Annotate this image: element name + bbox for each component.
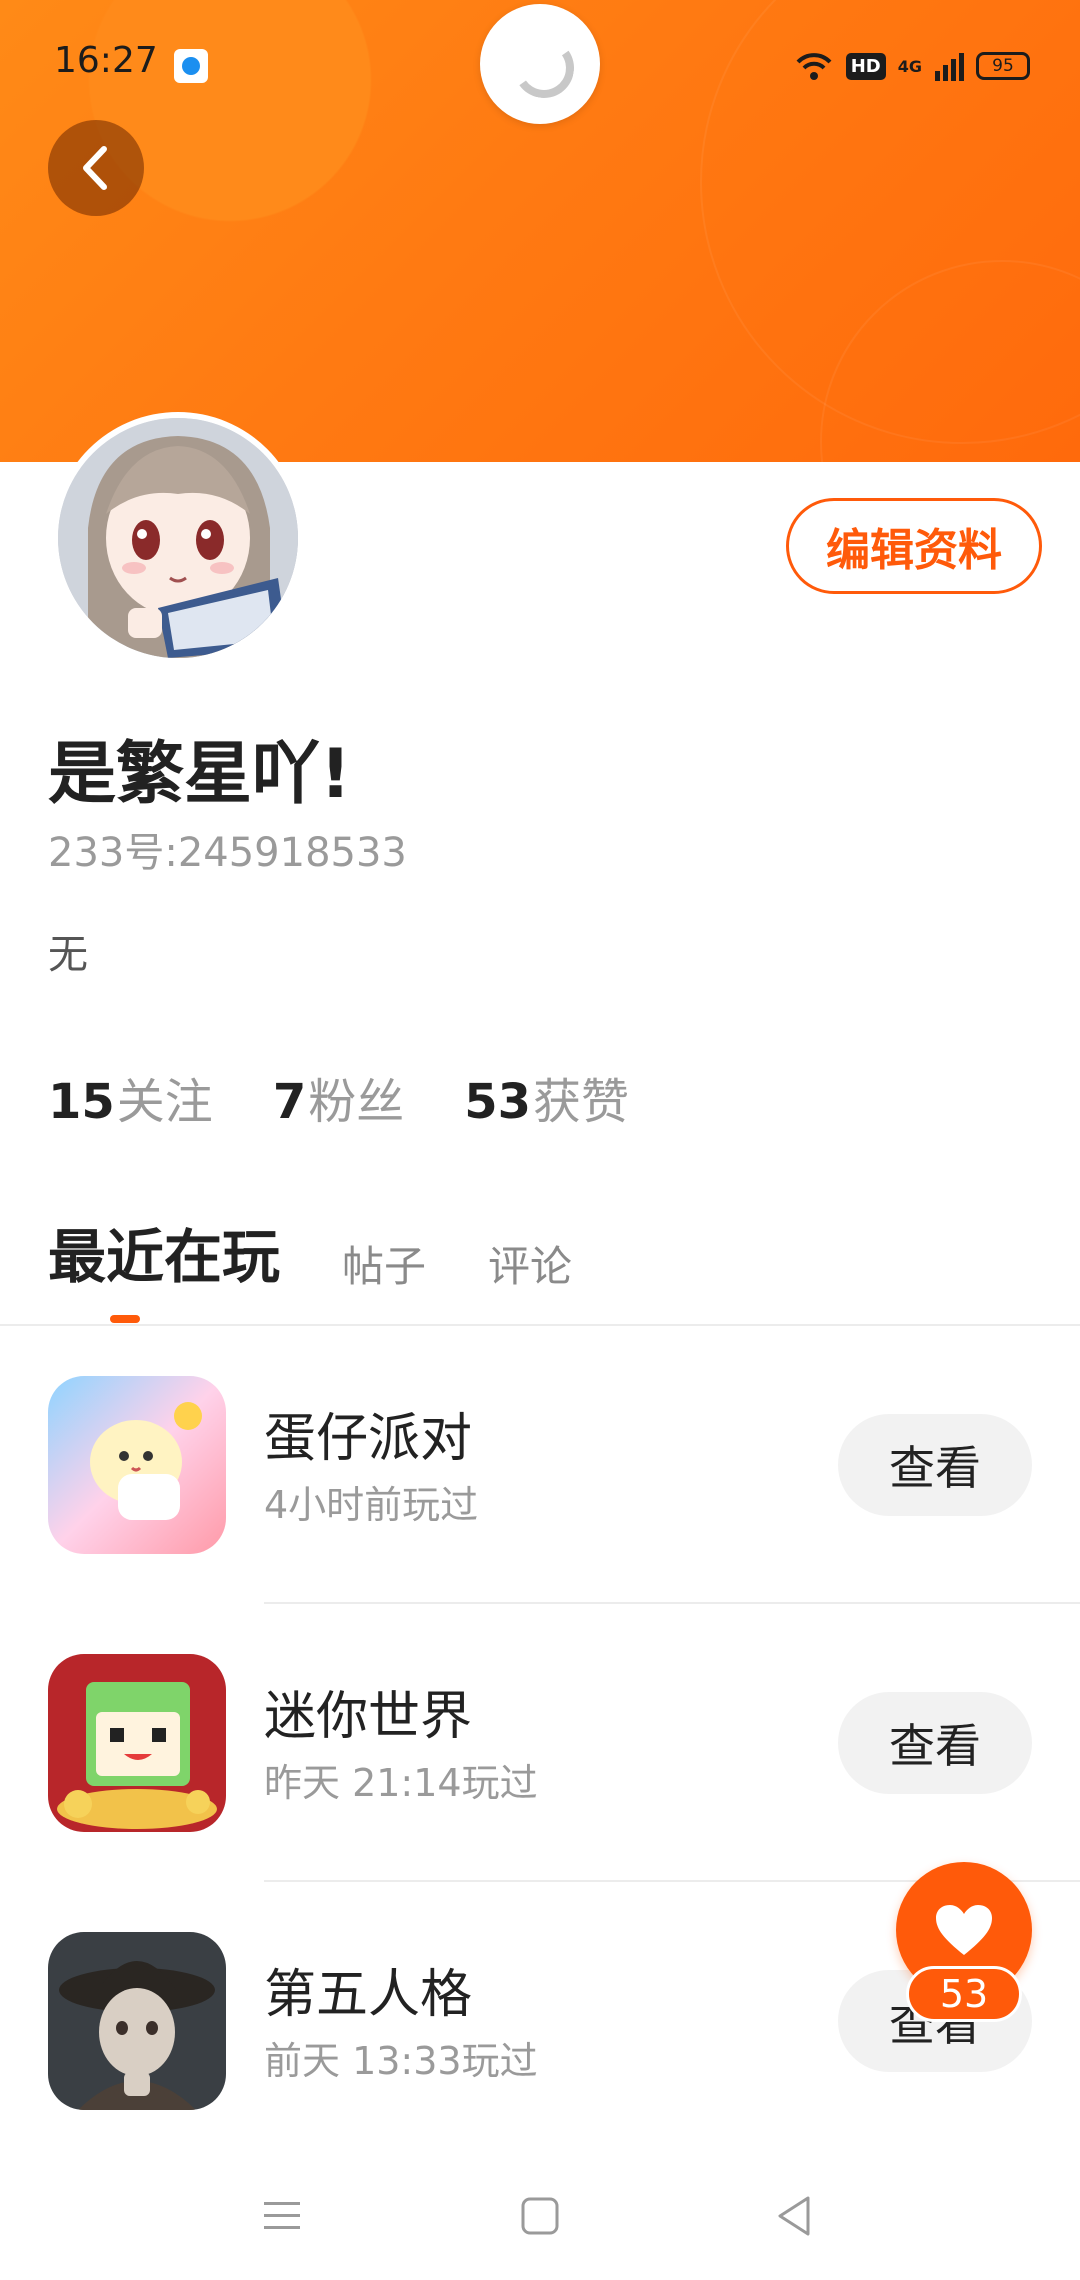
user-bio: 无 [48, 932, 88, 978]
profile-stats: 15关注 7粉丝 53获赞 [48, 1062, 629, 1132]
list-item[interactable]: 蛋仔派对 4小时前玩过 查看 [0, 1326, 1080, 1604]
stat-likes-label: 获赞 [533, 1074, 630, 1130]
game-last-played: 4小时前玩过 [264, 1483, 479, 1527]
avatar[interactable] [52, 412, 304, 664]
game-name: 第五人格 [264, 1965, 473, 2025]
anime-girl-avatar-icon [58, 418, 298, 658]
signal-icon [935, 53, 964, 81]
active-tab-indicator [110, 1315, 140, 1323]
profile-tabs: 最近在玩 帖子 评论 [48, 1210, 572, 1306]
tab-recently-played[interactable]: 最近在玩 [48, 1210, 280, 1306]
tab-posts[interactable]: 帖子 [342, 1233, 426, 1306]
stat-followers-count: 7 [272, 1074, 307, 1130]
home-icon[interactable] [520, 2196, 560, 2236]
battery-icon: 95 [976, 52, 1030, 80]
system-navigation-bar [0, 2160, 1080, 2280]
user-id: 233号:245918533 [48, 830, 407, 876]
status-icons: HD 4G 95 [794, 44, 1030, 88]
game-last-played: 前天 13:33玩过 [264, 2039, 538, 2083]
wifi-icon [796, 53, 832, 80]
stat-following-label: 关注 [116, 1074, 213, 1130]
loading-spinner [480, 4, 600, 124]
edit-profile-button[interactable]: 编辑资料 [786, 498, 1042, 594]
stat-followers-label: 粉丝 [308, 1074, 405, 1130]
view-game-button[interactable]: 查看 [838, 1692, 1032, 1794]
menu-icon[interactable] [262, 2198, 302, 2234]
heart-icon [936, 1905, 992, 1955]
stat-likes-count: 53 [464, 1074, 532, 1130]
chevron-left-icon [83, 146, 107, 190]
username: 是繁星吖! [48, 735, 352, 814]
stat-following[interactable]: 15关注 [48, 1062, 213, 1132]
app-notification-icon [174, 49, 208, 83]
avatar-image [58, 418, 298, 658]
like-count-badge: 53 [906, 1966, 1022, 2022]
game-last-played: 昨天 21:14玩过 [264, 1761, 538, 1805]
game-icon-eggy-party [48, 1376, 226, 1554]
status-time: 16:27 [54, 40, 158, 81]
stat-likes[interactable]: 53获赞 [464, 1062, 629, 1132]
game-name: 迷你世界 [264, 1687, 473, 1747]
stat-following-count: 15 [48, 1074, 115, 1130]
list-item[interactable]: 迷你世界 昨天 21:14玩过 查看 [0, 1604, 1080, 1882]
back-button[interactable] [48, 120, 144, 216]
tab-comments[interactable]: 评论 [488, 1233, 572, 1306]
hd-icon: HD [845, 52, 886, 80]
stat-followers[interactable]: 7粉丝 [273, 1062, 404, 1132]
view-game-button[interactable]: 查看 [838, 1414, 1032, 1516]
game-name: 蛋仔派对 [264, 1409, 473, 1469]
back-triangle-icon[interactable] [774, 2194, 814, 2238]
game-icon-identity-v [48, 1932, 226, 2110]
game-icon-mini-world [48, 1654, 226, 1832]
network-type: 4G [897, 56, 922, 76]
